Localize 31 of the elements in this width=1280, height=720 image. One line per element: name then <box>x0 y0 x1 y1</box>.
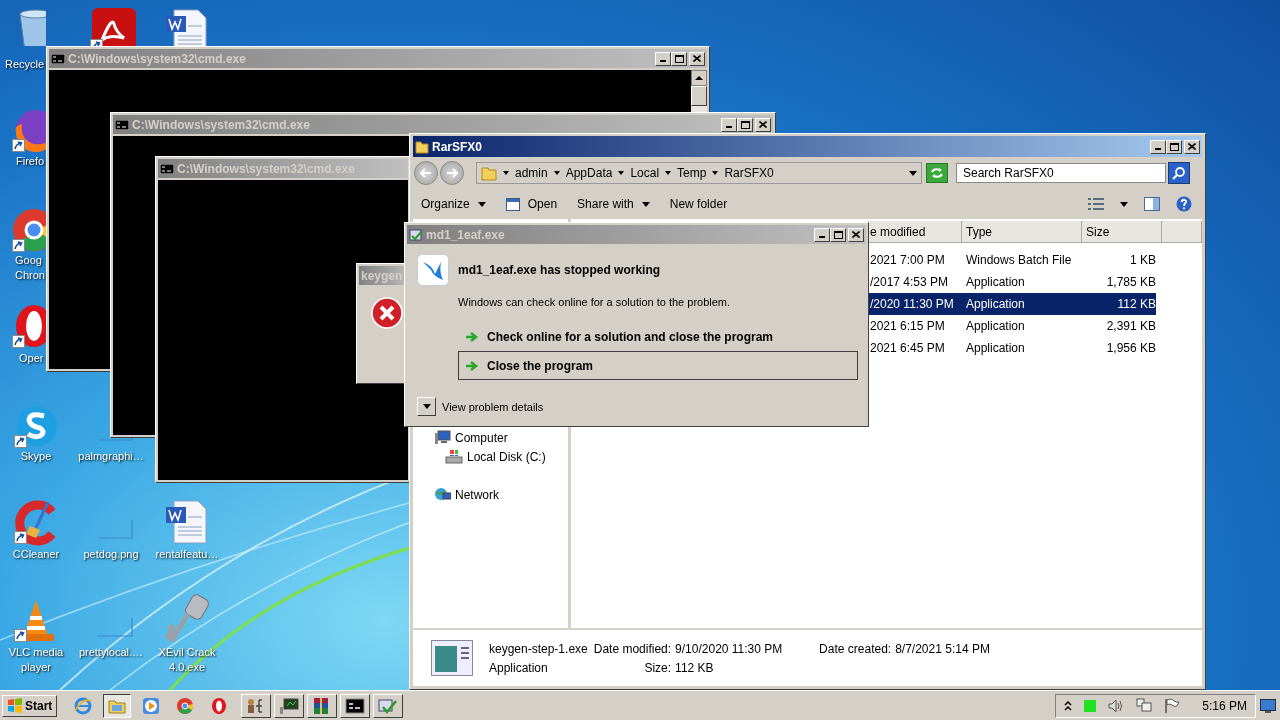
table-cell-text: /2017 4:53 PM <box>869 275 950 289</box>
field-value: 8/7/2021 5:14 PM <box>895 641 990 656</box>
window-title: C:\Windows\system32\cmd.exe <box>132 117 310 132</box>
table-cell-text: Windows Batch File <box>965 253 1073 267</box>
window-title: C:\Windows\system32\cmd.exe <box>68 51 246 66</box>
window-title: C:\Windows\system32\cmd.exe <box>177 161 355 176</box>
table-cell-text: Application <box>965 275 1026 289</box>
table-cell-text: 1,785 KB <box>1105 275 1157 289</box>
table-cell-text: 2,391 KB <box>1105 319 1157 333</box>
table-cell-text: 112 KB <box>1116 297 1157 311</box>
field-value: 112 KB <box>675 660 715 675</box>
table-cell-text: Application <box>965 319 1026 333</box>
table-cell-text: 2021 6:45 PM <box>869 341 946 355</box>
field-label: Date modified: <box>593 641 672 656</box>
window-title: RarSFX0 <box>432 139 483 154</box>
file-name: keygen-step-1.exe <box>489 641 588 656</box>
field-value: 9/10/2020 11:30 PM <box>675 641 784 656</box>
window-title: md1_1eaf.exe <box>426 227 505 242</box>
dialog-message: Windows can check online for a solution to the problem. <box>458 296 732 308</box>
table-cell-text: /2020 11:30 PM <box>869 297 955 311</box>
table-cell-text: 1,956 KB <box>1105 341 1157 355</box>
table-cell-text: Application <box>965 341 1026 355</box>
table-cell-text: Application <box>965 297 1026 311</box>
window-title: keygen <box>361 268 403 283</box>
table-cell-text: 1 KB <box>1129 253 1157 267</box>
dialog-heading: md1_1eaf.exe has stopped working <box>458 263 661 277</box>
file-type: Application <box>489 660 549 675</box>
table-cell-text: 2021 7:00 PM <box>869 253 946 267</box>
field-label: Size: <box>643 660 672 675</box>
table-cell-text: 2021 6:15 PM <box>869 319 946 333</box>
field-label: Date created: <box>819 641 892 656</box>
